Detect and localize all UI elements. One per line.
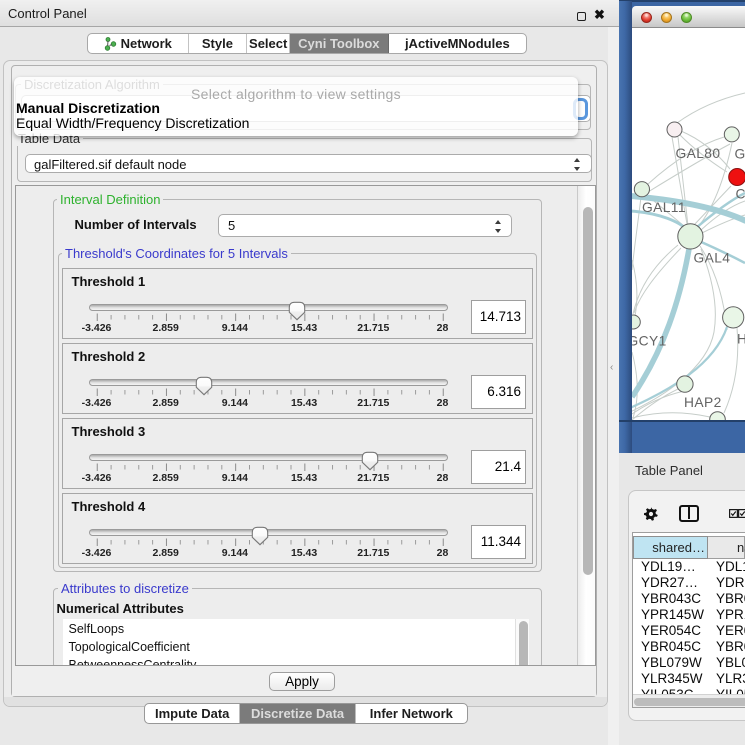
svg-text:GAL80: GAL80	[676, 146, 721, 161]
svg-text:HAP2: HAP2	[684, 395, 722, 410]
svg-text:HA: HA	[737, 332, 745, 347]
svg-text:GCY1: GCY1	[632, 334, 667, 349]
svg-text:GAL: GAL	[735, 147, 745, 162]
svg-text:CY: CY	[736, 187, 745, 202]
svg-text:GAL4: GAL4	[694, 251, 731, 266]
svg-text:GAL11: GAL11	[642, 200, 686, 215]
